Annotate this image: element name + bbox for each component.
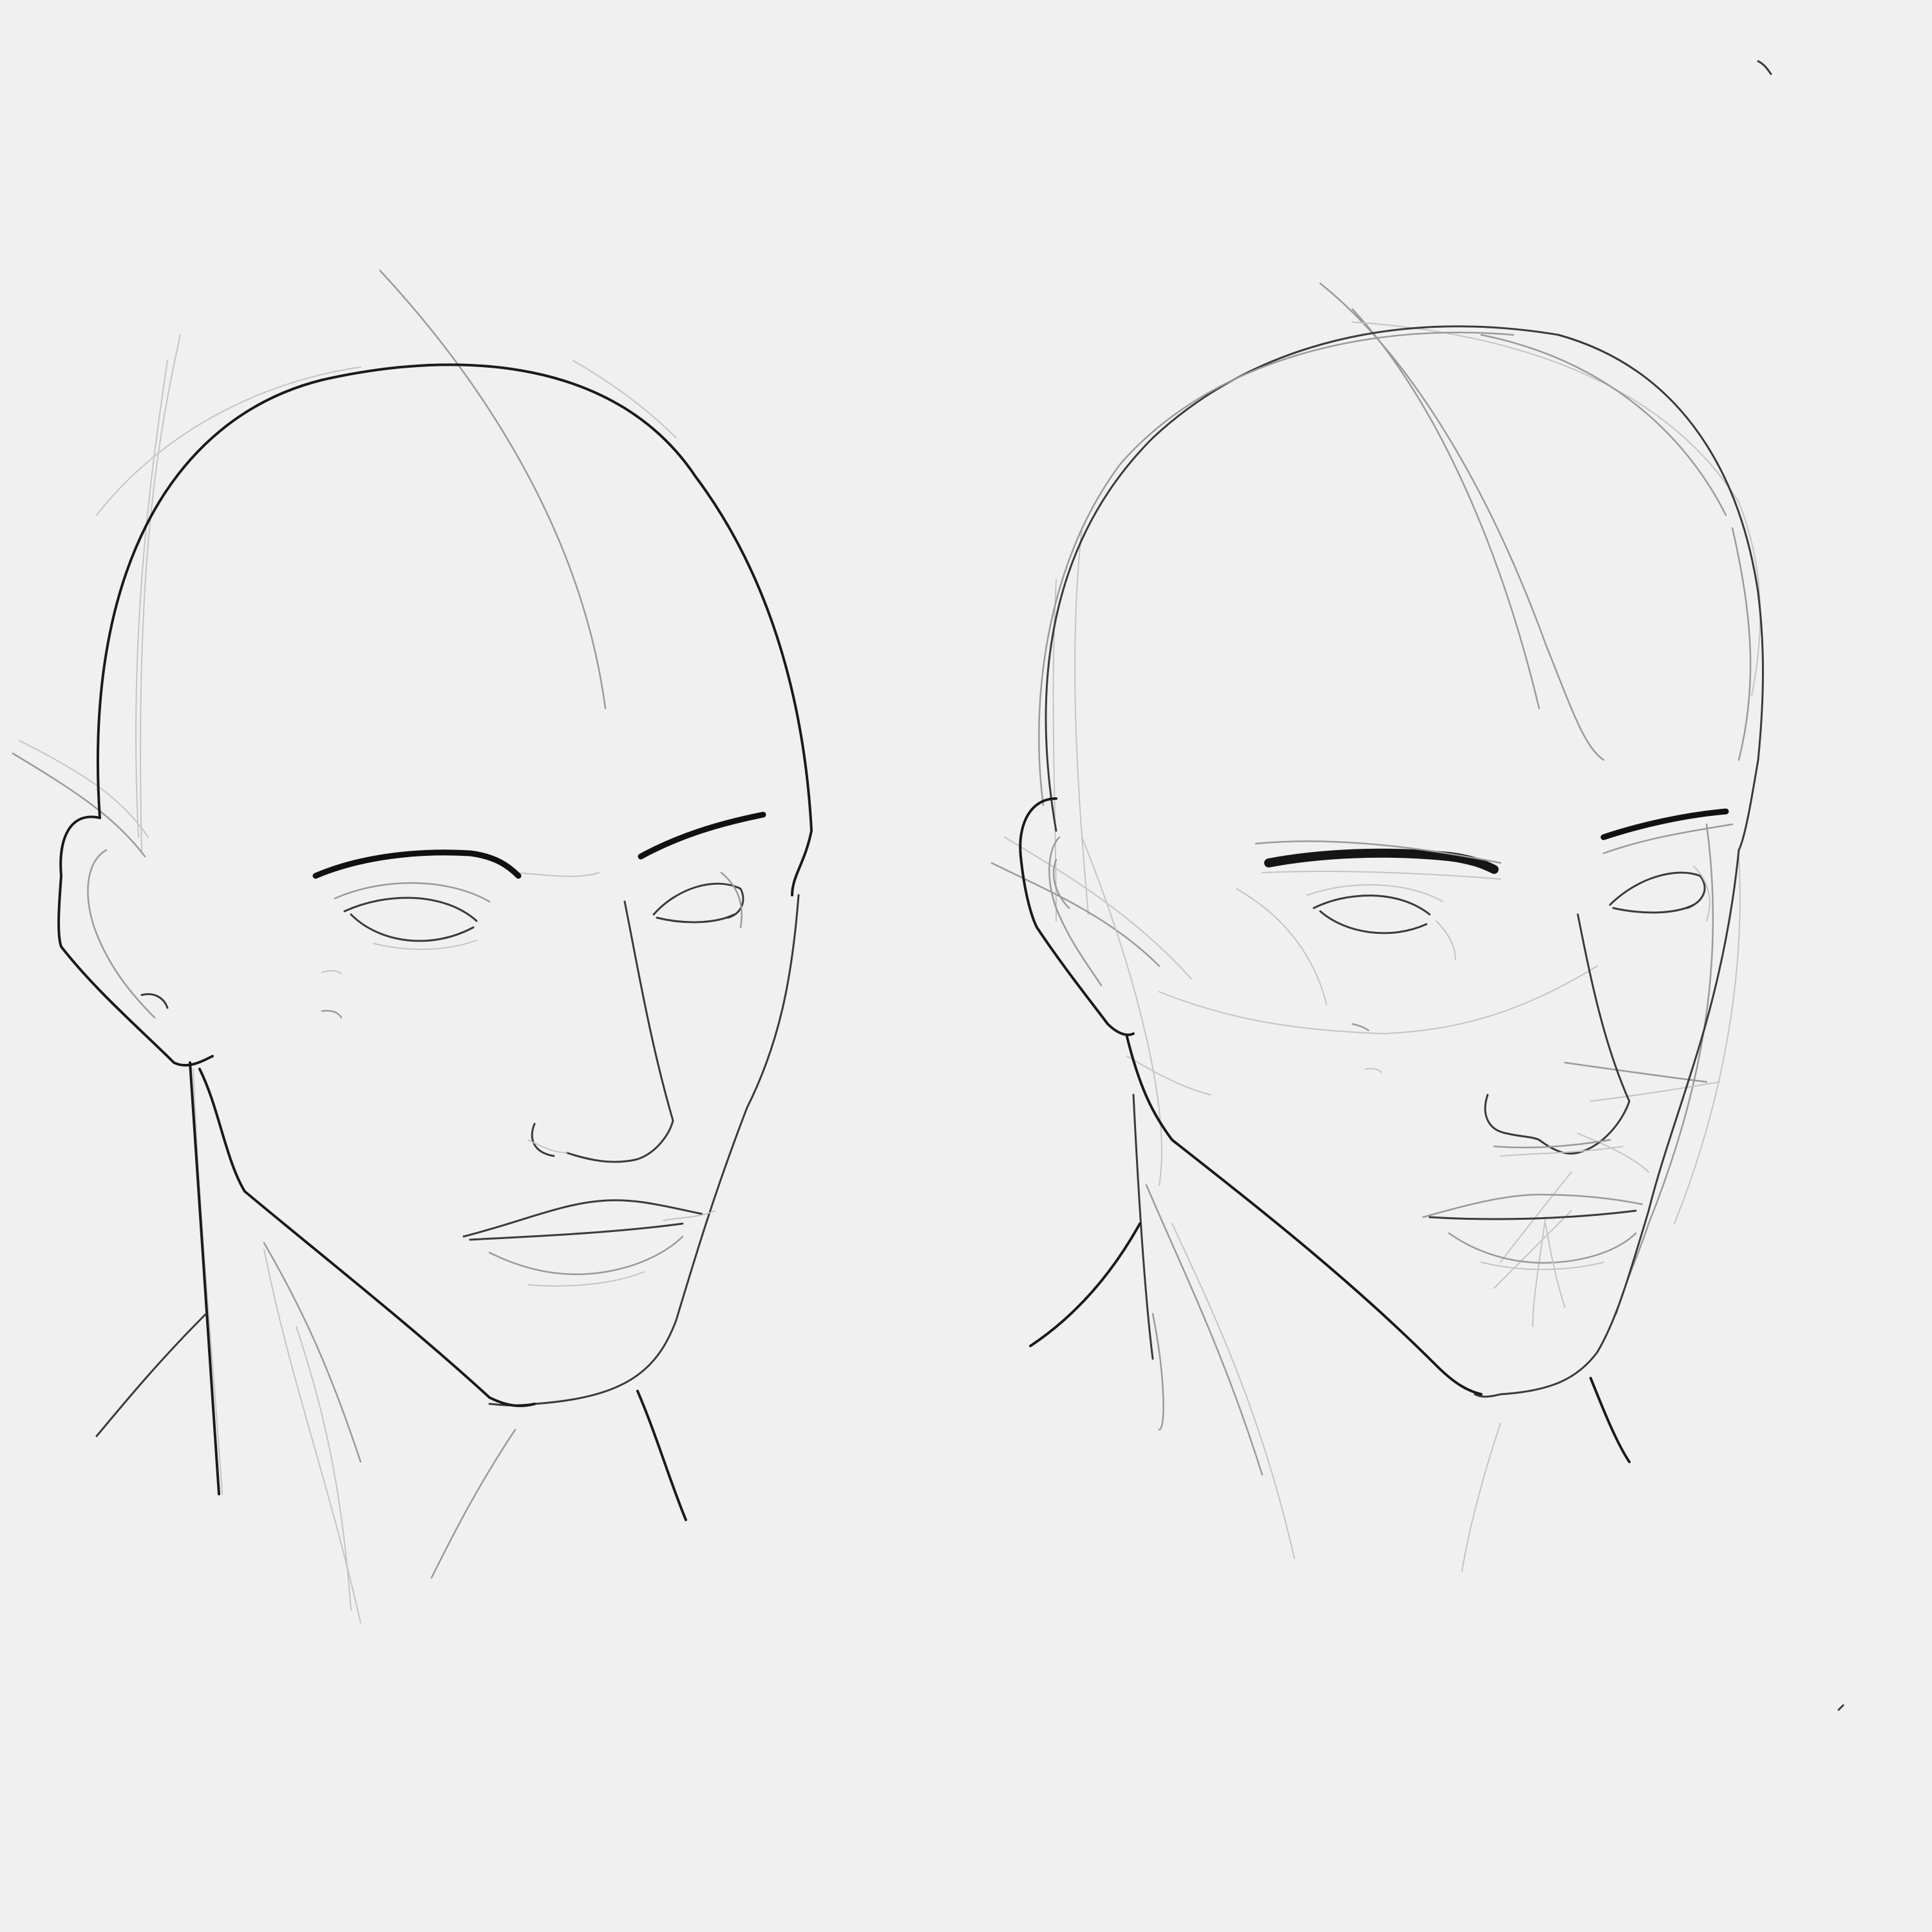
mouth-right (1422, 1193, 1643, 1308)
sketch-svg (12, 60, 1844, 1711)
eye-left-a (334, 882, 491, 951)
skull-outline-right (1045, 325, 1764, 851)
cheek-outline-right (1473, 849, 1740, 1398)
construction-lines-left (12, 269, 677, 1624)
eyebrow-left-b (638, 811, 766, 860)
eyebrow-left-a (312, 849, 522, 879)
eye-right-b (1609, 866, 1710, 922)
stray-mark (1837, 1704, 1844, 1711)
eye-left-b (652, 871, 744, 929)
head-sketch-left (12, 269, 813, 1624)
jaw-outline-left (198, 1068, 536, 1407)
nose-left (527, 900, 674, 1163)
ear-left (57, 815, 214, 1067)
head-sketch-right (990, 282, 1764, 1572)
mouth-left (462, 1199, 715, 1287)
ear-right (1019, 797, 1135, 1036)
drawing-canvas (0, 0, 1932, 1932)
construction-lines-right (990, 282, 1761, 1572)
nose-right (1484, 913, 1631, 1157)
neck-left (95, 1061, 687, 1521)
skull-outline-left (97, 363, 813, 896)
stray-mark (1757, 60, 1772, 75)
neck-right (1029, 1094, 1631, 1463)
eye-right-a (1307, 884, 1456, 960)
